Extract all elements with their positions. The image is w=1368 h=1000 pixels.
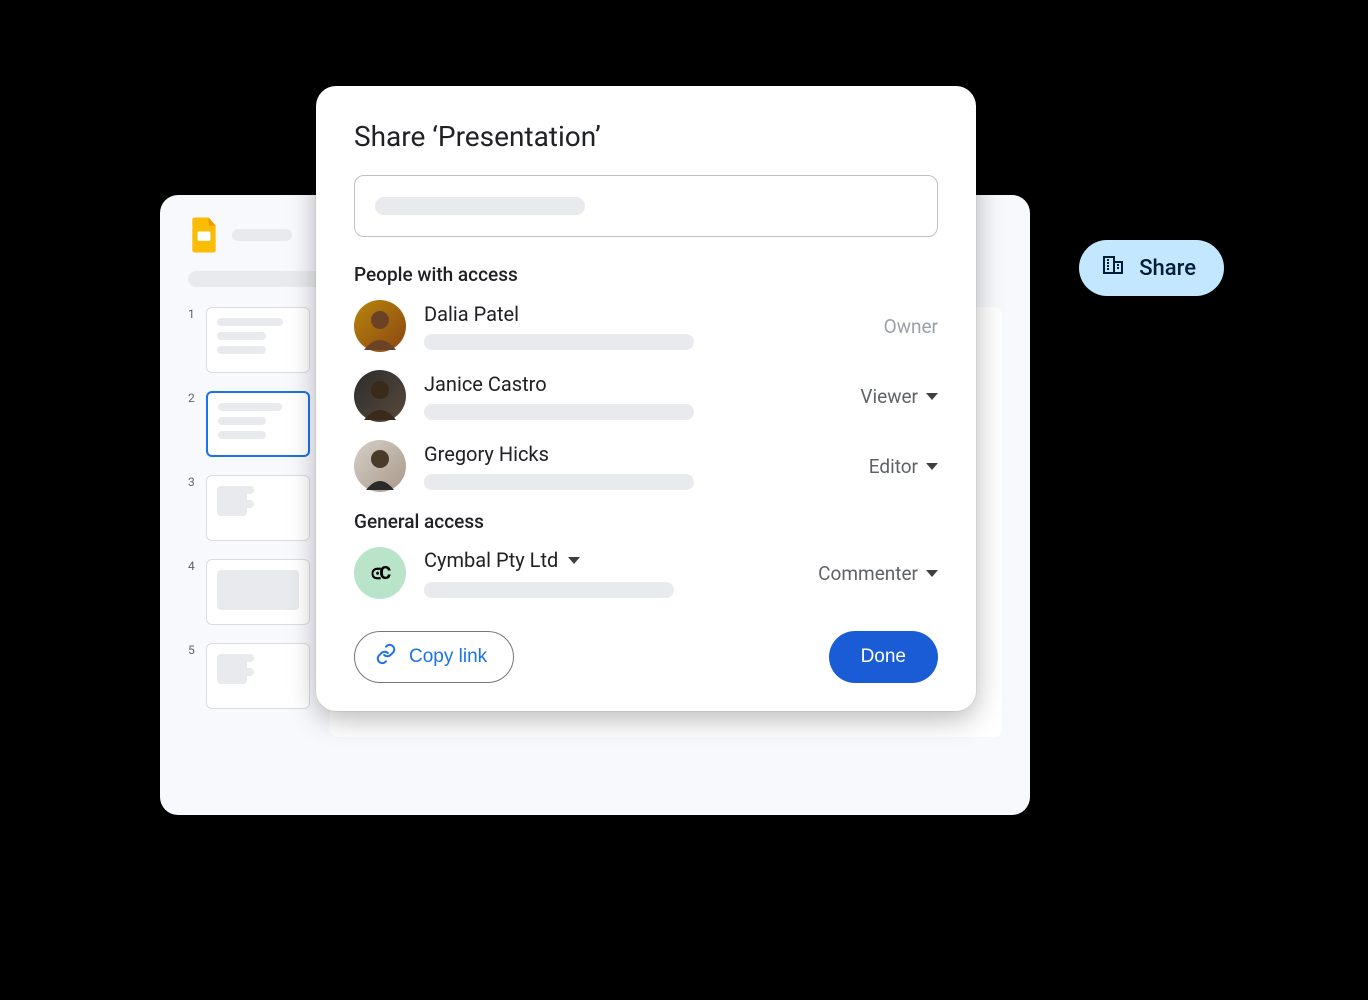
role-label-owner: Owner (884, 315, 938, 338)
slide-thumb-row[interactable]: 2 (188, 391, 310, 457)
slide-thumbnails: 1 2 3 4 (188, 307, 310, 737)
avatar (354, 440, 406, 492)
chevron-down-icon (926, 463, 938, 470)
slide-thumb-row[interactable]: 5 (188, 643, 310, 709)
org-logo-icon: ⪽C (354, 547, 406, 599)
org-scope-dropdown[interactable]: Cymbal Pty Ltd (424, 548, 800, 572)
share-dialog: Share ‘Presentation’ People with access … (316, 86, 976, 711)
share-button[interactable]: Share (1079, 240, 1224, 296)
slide-number: 3 (188, 475, 198, 489)
link-icon (375, 643, 397, 671)
slide-thumb-selected[interactable] (206, 391, 310, 457)
role-dropdown[interactable]: Editor (869, 455, 938, 478)
role-dropdown[interactable]: Viewer (860, 385, 938, 408)
slide-thumb[interactable] (206, 559, 310, 625)
slides-toolbar-placeholder (188, 271, 328, 287)
slide-thumb[interactable] (206, 643, 310, 709)
person-name: Gregory Hicks (424, 442, 851, 466)
person-name: Janice Castro (424, 372, 842, 396)
chevron-down-icon (926, 393, 938, 400)
dialog-title: Share ‘Presentation’ (354, 120, 938, 153)
person-row: Janice Castro Viewer (354, 370, 938, 422)
slide-thumb-row[interactable]: 4 (188, 559, 310, 625)
done-label: Done (861, 646, 906, 667)
org-role-dropdown[interactable]: Commenter (818, 562, 938, 585)
org-role-label: Commenter (818, 562, 918, 585)
slide-number: 4 (188, 559, 198, 573)
building-icon (1101, 253, 1125, 283)
slides-logo-icon (188, 215, 220, 255)
general-section-label: General access (354, 510, 938, 533)
person-email-placeholder (424, 404, 694, 420)
org-desc-placeholder (424, 582, 674, 598)
people-section-label: People with access (354, 263, 938, 286)
chevron-down-icon (926, 570, 938, 577)
slide-number: 5 (188, 643, 198, 657)
avatar (354, 370, 406, 422)
org-name-label: Cymbal Pty Ltd (424, 548, 558, 572)
person-row: Dalia Patel Owner (354, 300, 938, 352)
slide-thumb-row[interactable]: 3 (188, 475, 310, 541)
slide-thumb-row[interactable]: 1 (188, 307, 310, 373)
person-email-placeholder (424, 334, 694, 350)
person-name: Dalia Patel (424, 302, 866, 326)
copy-link-label: Copy link (409, 646, 487, 668)
org-row: ⪽C Cymbal Pty Ltd Commenter (354, 547, 938, 599)
person-email-placeholder (424, 474, 694, 490)
slide-number: 1 (188, 307, 198, 321)
chevron-down-icon (568, 557, 580, 564)
role-label: Editor (869, 455, 918, 478)
role-label: Viewer (860, 385, 918, 408)
add-people-input[interactable] (354, 175, 938, 237)
slide-number: 2 (188, 391, 198, 405)
copy-link-button[interactable]: Copy link (354, 631, 514, 683)
slide-thumb[interactable] (206, 475, 310, 541)
person-row: Gregory Hicks Editor (354, 440, 938, 492)
dialog-footer: Copy link Done (354, 631, 938, 683)
done-button[interactable]: Done (829, 631, 938, 683)
slide-thumb[interactable] (206, 307, 310, 373)
input-placeholder (375, 197, 585, 215)
avatar (354, 300, 406, 352)
slides-title-placeholder (232, 229, 292, 241)
share-button-label: Share (1139, 256, 1196, 281)
